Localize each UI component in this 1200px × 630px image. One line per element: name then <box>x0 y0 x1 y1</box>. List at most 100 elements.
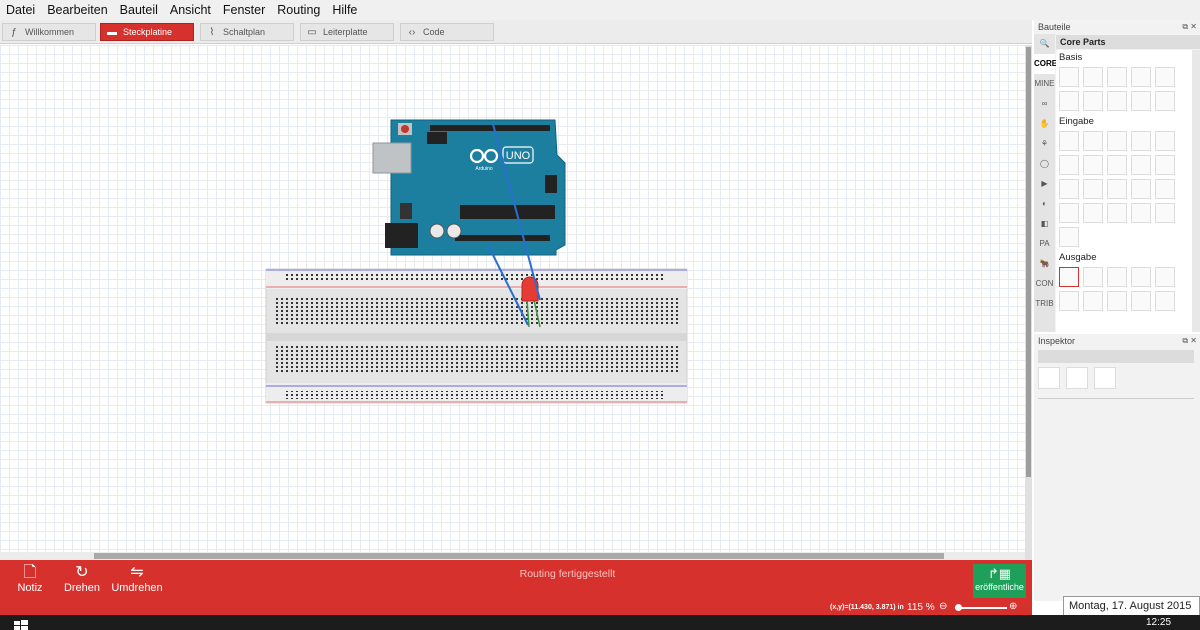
potentiometer-part[interactable] <box>1059 131 1079 151</box>
tab-code[interactable]: ‹› Code <box>400 23 494 41</box>
panel-controls-icon[interactable]: ⧉ ✕ <box>1182 334 1197 348</box>
slide-switch-part[interactable] <box>1131 155 1151 175</box>
menu-hilfe[interactable]: Hilfe <box>326 3 363 17</box>
inductor-part[interactable] <box>1155 67 1175 87</box>
rfid-part[interactable] <box>1155 179 1175 199</box>
zoom-slider[interactable] <box>955 607 1007 609</box>
speaker-part[interactable] <box>1155 291 1175 311</box>
menu-bauteil[interactable]: Bauteil <box>114 3 164 17</box>
panel-controls-icon[interactable]: ⧉ ✕ <box>1182 20 1197 34</box>
tab-willkommen[interactable]: ƒ Willkommen <box>2 23 96 41</box>
animal-icon[interactable]: 🐂 <box>1034 254 1055 274</box>
canvas-horizontal-scrollbar[interactable] <box>0 552 1025 560</box>
tab-steckplatine[interactable]: ▬ Steckplatine <box>100 23 194 41</box>
scroll-thumb[interactable] <box>94 553 944 559</box>
keypad-part[interactable] <box>1059 227 1079 247</box>
tab-label: Leiterplatte <box>323 27 368 37</box>
rotary-pot-part[interactable] <box>1083 131 1103 151</box>
header-part[interactable] <box>1131 131 1151 151</box>
tab-label: Willkommen <box>25 27 75 37</box>
resistor-part[interactable] <box>1059 67 1079 87</box>
category-eingabe: Eingabe <box>1059 116 1094 127</box>
pi-icon[interactable]: ◐ <box>1034 194 1055 214</box>
parts-scrollbar[interactable] <box>1192 50 1200 332</box>
statusbar: (x,y)=(11.430, 3.871) in 115 % ⊖ ⊕ <box>0 601 1032 615</box>
tab-schaltplan[interactable]: ⌇ Schaltplan <box>200 23 294 41</box>
temp-sensor-part[interactable] <box>1059 203 1079 223</box>
inspector-title-field[interactable] <box>1038 350 1194 363</box>
search-icon[interactable]: 🔍 <box>1034 34 1055 54</box>
light-sensor-part[interactable] <box>1155 131 1175 151</box>
scroll-thumb[interactable] <box>1026 47 1031 477</box>
intel-icon[interactable]: ◯ <box>1034 154 1055 174</box>
sidebar-item-mine[interactable]: MINE <box>1034 74 1055 94</box>
button-part[interactable] <box>1059 155 1079 175</box>
switch-part[interactable] <box>1083 155 1103 175</box>
tantalum-capacitor-part[interactable] <box>1107 67 1127 87</box>
note-button[interactable]: 🗋 Notiz <box>0 564 60 594</box>
zoom-slider-handle[interactable] <box>955 604 962 611</box>
zoom-out-icon[interactable]: ⊖ <box>939 601 947 612</box>
category-basis: Basis <box>1059 52 1083 63</box>
antenna-part[interactable] <box>1131 203 1151 223</box>
windows-start-icon[interactable] <box>14 620 28 630</box>
ceramic-capacitor-part[interactable] <box>1083 67 1103 87</box>
seven-segment-part[interactable] <box>1155 267 1175 287</box>
crystal-part[interactable] <box>1107 203 1127 223</box>
parts-panel-title-text: Bauteile <box>1038 22 1071 32</box>
taskbar-clock[interactable]: 12:25 <box>1146 617 1171 628</box>
circuit-drawing: UNO Arduino <box>265 119 688 404</box>
rotate-icon: ↻ <box>75 564 89 581</box>
diode-part[interactable] <box>1059 91 1079 111</box>
ic-part[interactable] <box>1131 179 1151 199</box>
wire-part[interactable] <box>1083 179 1103 199</box>
zoom-in-icon[interactable]: ⊕ <box>1009 601 1017 612</box>
lcd-green-part[interactable] <box>1107 291 1127 311</box>
menu-routing[interactable]: Routing <box>271 3 326 17</box>
buzzer-part[interactable] <box>1131 291 1151 311</box>
rotate-button[interactable]: ↻ Drehen <box>52 564 112 594</box>
os-taskbar: 12:25 <box>0 615 1200 630</box>
mystery-part[interactable] <box>1155 91 1175 111</box>
breadboard-canvas[interactable]: UNO Arduino <box>0 45 1032 560</box>
canvas-vertical-scrollbar[interactable] <box>1025 45 1032 560</box>
flip-button[interactable]: ⇋ Umdrehen <box>107 564 167 594</box>
snap-icon[interactable]: ◧ <box>1034 214 1055 234</box>
menu-bearbeiten[interactable]: Bearbeiten <box>41 3 113 17</box>
arduino-uno-board[interactable]: UNO Arduino <box>372 119 566 256</box>
infinity-icon[interactable]: ∞ <box>1034 94 1055 114</box>
neopixel-part[interactable] <box>1131 267 1151 287</box>
slide-pot-part[interactable] <box>1107 131 1127 151</box>
tab-leiterplatte[interactable]: ▭ Leiterplatte <box>300 23 394 41</box>
parts-panel: Bauteile ⧉ ✕ 🔍 CORE MINE ∞ ✋ ⚘ ◯ ▶ ◐ ◧ P… <box>1034 20 1200 332</box>
sensor-part[interactable] <box>1107 179 1127 199</box>
share-button[interactable]: ↱▦ eröffentliche <box>973 564 1026 598</box>
menu-datei[interactable]: Datei <box>0 3 41 17</box>
regulator-part[interactable] <box>1131 91 1151 111</box>
menu-fenster[interactable]: Fenster <box>217 3 271 17</box>
seeed-icon[interactable]: ⚘ <box>1034 134 1055 154</box>
inspector-divider <box>1038 398 1194 399</box>
microphone-part[interactable] <box>1059 179 1079 199</box>
menu-ansicht[interactable]: Ansicht <box>164 3 217 17</box>
flip-icon: ⇋ <box>130 564 144 581</box>
module-part[interactable] <box>1155 203 1175 223</box>
lcd-part[interactable] <box>1083 291 1103 311</box>
red-led-part[interactable] <box>1059 267 1079 287</box>
led-matrix-part[interactable] <box>1059 291 1079 311</box>
rgb-led-part[interactable] <box>1107 267 1127 287</box>
electrolytic-capacitor-part[interactable] <box>1131 67 1151 87</box>
sidebar-item-contrib[interactable]: CON TRIB <box>1034 274 1055 308</box>
sidebar-item-pa[interactable]: PA <box>1034 234 1055 254</box>
arduino-brand-label: Arduino <box>475 166 492 172</box>
white-led-part[interactable] <box>1083 267 1103 287</box>
breadboard[interactable] <box>265 268 688 404</box>
sidebar-item-core[interactable]: CORE <box>1034 54 1057 74</box>
dip-switch-part[interactable] <box>1155 155 1175 175</box>
play-icon[interactable]: ▶ <box>1034 174 1055 194</box>
pushbutton-part[interactable] <box>1107 155 1127 175</box>
mosfet-part[interactable] <box>1107 91 1127 111</box>
breakout-part[interactable] <box>1083 203 1103 223</box>
hand-icon[interactable]: ✋ <box>1034 114 1055 134</box>
transistor-part[interactable] <box>1083 91 1103 111</box>
